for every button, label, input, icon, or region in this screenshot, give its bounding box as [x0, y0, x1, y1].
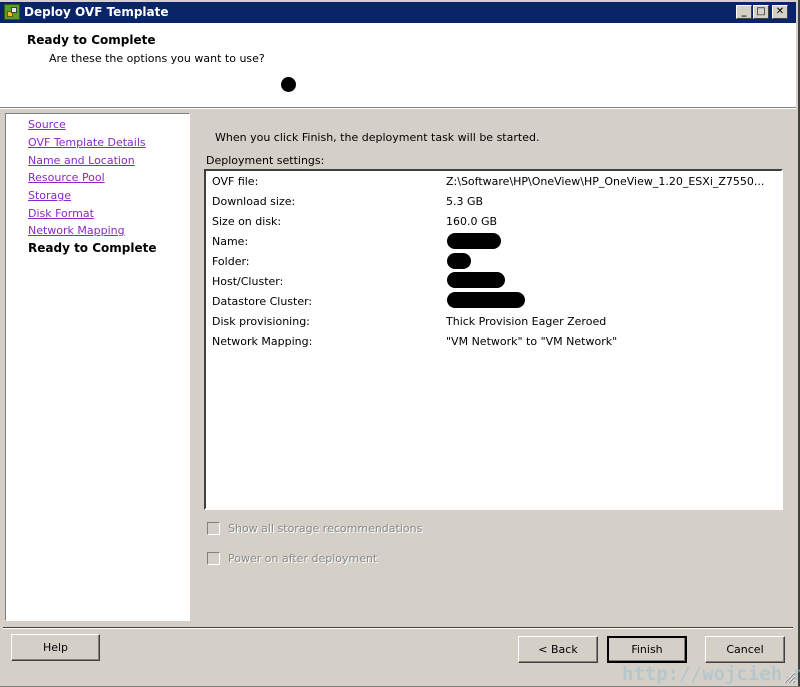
setting-key-folder: Folder:: [212, 255, 250, 268]
setting-key-download-size: Download size:: [212, 195, 296, 208]
setting-value-size-on-disk: 160.0 GB: [446, 215, 498, 228]
step-current-ready-to-complete: Ready to Complete: [28, 241, 157, 255]
maximize-button[interactable]: □: [753, 5, 769, 19]
setting-key-name: Name:: [212, 235, 249, 248]
step-link-storage[interactable]: Storage: [28, 189, 71, 202]
setting-key-datastore-cluster: Datastore Cluster:: [212, 295, 313, 308]
wizard-header: Ready to Complete Are these the options …: [0, 23, 796, 108]
help-button[interactable]: Help: [11, 634, 100, 661]
header-divider: [0, 108, 796, 109]
mouse-cursor-marker: [281, 77, 296, 92]
settings-row: Name:: [212, 233, 777, 253]
setting-value-download-size: 5.3 GB: [446, 195, 484, 208]
step-title: Ready to Complete: [27, 33, 156, 47]
show-storage-recommendations-checkbox[interactable]: [207, 522, 220, 535]
setting-value-network-mapping: "VM Network" to "VM Network": [446, 335, 618, 348]
settings-row: OVF file: Z:\Software\HP\OneView\HP_OneV…: [212, 175, 777, 193]
minimize-button[interactable]: _: [736, 5, 752, 19]
setting-value-ovf-file: Z:\Software\HP\OneView\HP_OneView_1.20_E…: [446, 175, 765, 188]
setting-value-disk-provisioning: Thick Provision Eager Zeroed: [446, 315, 607, 328]
setting-key-ovf-file: OVF file:: [212, 175, 259, 188]
close-button[interactable]: ✕: [772, 5, 788, 19]
step-link-network-mapping[interactable]: Network Mapping: [28, 224, 125, 237]
settings-row: Size on disk: 160.0 GB: [212, 215, 777, 233]
redacted-value-datastore-cluster: [447, 292, 525, 308]
redacted-value-host-cluster: [447, 272, 505, 288]
settings-row: Disk provisioning: Thick Provision Eager…: [212, 315, 777, 333]
settings-row: Download size: 5.3 GB: [212, 195, 777, 213]
setting-key-disk-provisioning: Disk provisioning:: [212, 315, 310, 328]
back-button[interactable]: < Back: [518, 636, 598, 663]
show-storage-recommendations-label: Show all storage recommendations: [228, 522, 423, 535]
deploy-ovf-dialog: Deploy OVF Template _ □ ✕ Ready to Compl…: [0, 0, 800, 687]
resize-grip-icon[interactable]: [782, 670, 796, 684]
step-link-disk-format[interactable]: Disk Format: [28, 207, 94, 220]
window-title: Deploy OVF Template: [24, 5, 169, 19]
wizard-steps-sidebar: Source OVF Template Details Name and Loc…: [5, 113, 190, 621]
redacted-value-name: [447, 233, 501, 249]
settings-row: Datastore Cluster:: [212, 292, 777, 313]
title-bar[interactable]: Deploy OVF Template _ □ ✕: [0, 2, 796, 23]
step-link-resource-pool[interactable]: Resource Pool: [28, 171, 105, 184]
watermark-text: http://wojcieh.ne: [622, 663, 800, 685]
settings-row: Network Mapping: "VM Network" to "VM Net…: [212, 335, 777, 353]
finish-button[interactable]: Finish: [607, 636, 687, 663]
step-link-name-and-location[interactable]: Name and Location: [28, 154, 135, 167]
cancel-button[interactable]: Cancel: [705, 636, 785, 663]
power-on-after-deployment-checkbox[interactable]: [207, 552, 220, 565]
power-on-after-deployment-label: Power on after deployment: [228, 552, 378, 565]
step-link-source[interactable]: Source: [28, 118, 66, 131]
setting-key-host-cluster: Host/Cluster:: [212, 275, 284, 288]
step-subtitle: Are these the options you want to use?: [49, 52, 265, 65]
deployment-settings-label: Deployment settings:: [206, 154, 325, 167]
setting-key-network-mapping: Network Mapping:: [212, 335, 313, 348]
deployment-settings-list[interactable]: OVF file: Z:\Software\HP\OneView\HP_OneV…: [204, 169, 783, 510]
settings-row: Host/Cluster:: [212, 272, 777, 293]
finish-info-text: When you click Finish, the deployment ta…: [215, 131, 540, 144]
setting-key-size-on-disk: Size on disk:: [212, 215, 282, 228]
vsphere-app-icon: [4, 4, 20, 20]
redacted-value-folder: [447, 253, 471, 269]
settings-row: Folder:: [212, 253, 777, 273]
step-link-ovf-template-details[interactable]: OVF Template Details: [28, 136, 146, 149]
